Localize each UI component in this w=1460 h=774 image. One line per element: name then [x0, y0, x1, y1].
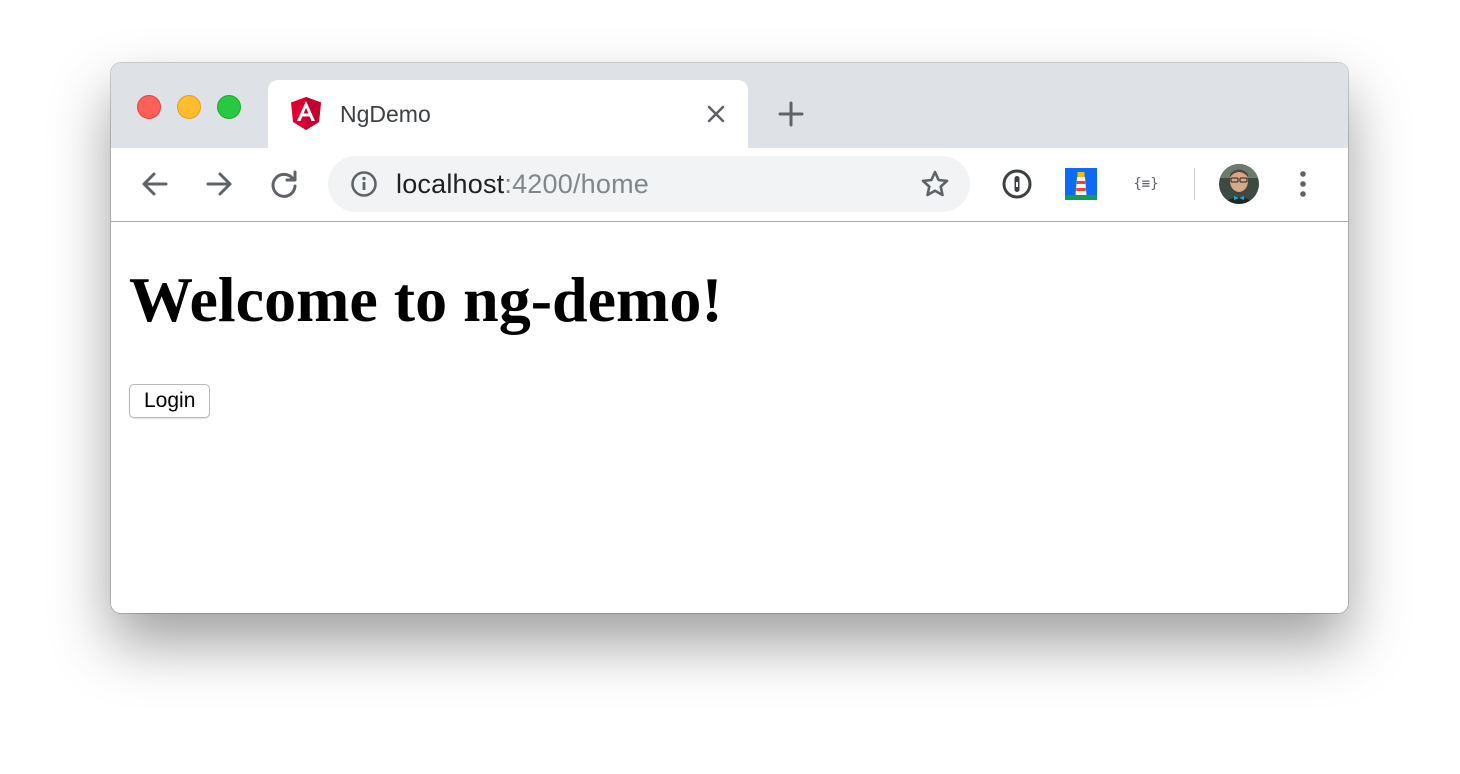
window-close-button[interactable] [137, 95, 161, 119]
site-info-icon[interactable] [350, 170, 378, 198]
url-host: localhost [396, 169, 505, 199]
url-path: :4200/home [504, 169, 649, 199]
page-content: Welcome to ng-demo! Login [111, 222, 1348, 613]
window-maximize-button[interactable] [217, 95, 241, 119]
new-tab-icon[interactable] [777, 100, 805, 128]
json-formatter-icon[interactable]: {≡} [1129, 174, 1163, 194]
address-bar[interactable]: localhost:4200/home [328, 156, 970, 212]
login-button[interactable]: Login [129, 384, 211, 418]
window-minimize-button[interactable] [177, 95, 201, 119]
angular-icon [291, 97, 321, 130]
1password-icon[interactable] [1001, 168, 1033, 200]
tab-strip: NgDemo [111, 63, 1348, 148]
tab-close-icon[interactable] [704, 102, 728, 126]
bookmark-star-icon[interactable] [920, 169, 950, 199]
more-menu-icon[interactable] [1291, 168, 1315, 200]
tab-title: NgDemo [340, 101, 431, 127]
forward-icon[interactable] [203, 168, 235, 200]
tab-ngdemo[interactable]: NgDemo [268, 80, 748, 148]
browser-window: NgDemo localhost:4200/home {≡} Welcome t… [111, 63, 1348, 613]
reload-icon[interactable] [268, 168, 300, 200]
browser-toolbar: localhost:4200/home {≡} [111, 148, 1348, 222]
profile-avatar[interactable] [1219, 164, 1259, 204]
avatar-icon [1219, 164, 1259, 204]
back-icon[interactable] [139, 168, 171, 200]
toolbar-divider [1194, 168, 1195, 200]
url-text: localhost:4200/home [396, 169, 649, 199]
lighthouse-icon[interactable] [1065, 168, 1097, 200]
page-heading: Welcome to ng-demo! [129, 264, 723, 335]
